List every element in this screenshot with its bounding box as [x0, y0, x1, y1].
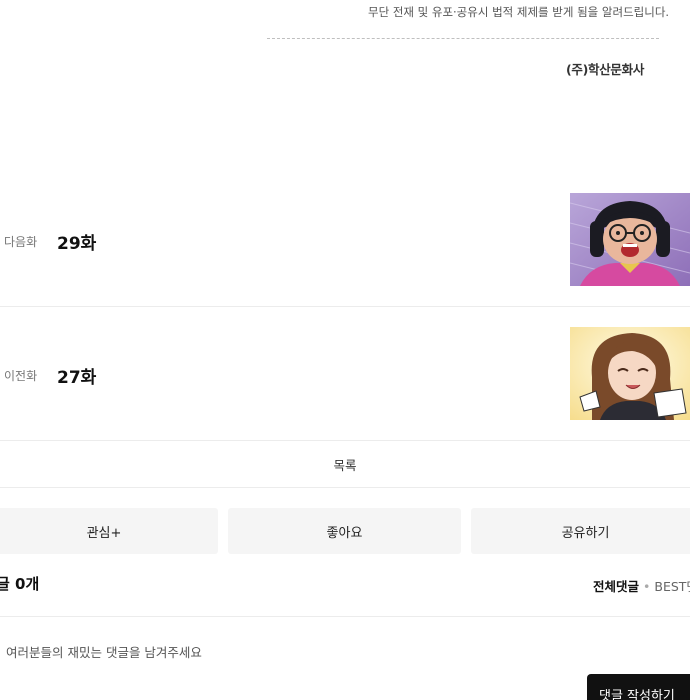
prev-episode-label: 이전화: [4, 369, 38, 383]
next-episode-title: 29화: [57, 234, 97, 254]
copyright-notice: 무단 전재 및 유포·공유시 법적 제제를 받게 됨을 알려드립니다.: [368, 5, 670, 19]
prev-episode-title: 27화: [57, 368, 97, 388]
comments-divider: [0, 616, 690, 617]
prev-episode-link[interactable]: 이전화 27화: [0, 307, 690, 441]
tab-best-comments[interactable]: BEST댓: [654, 579, 690, 594]
prev-episode-thumbnail[interactable]: [570, 327, 690, 420]
write-comment-button[interactable]: 댓글 작성하기: [587, 674, 690, 700]
next-episode-label: 다음화: [4, 235, 38, 249]
comment-count-title: 글 0개: [0, 575, 40, 593]
next-episode-thumbnail[interactable]: [570, 193, 690, 286]
episode-list-link[interactable]: 목록: [0, 441, 690, 487]
next-episode-link[interactable]: 다음화 29화: [0, 173, 690, 307]
tab-all-comments[interactable]: 전체댓글: [593, 579, 639, 594]
like-button[interactable]: 좋아요: [228, 508, 461, 554]
comment-tabs: 전체댓글 •BEST댓: [593, 576, 690, 595]
share-button[interactable]: 공유하기: [471, 508, 690, 554]
publisher-logo: (주)학산문화사: [566, 62, 645, 77]
list-divider: [0, 487, 690, 488]
tab-separator: •: [643, 579, 651, 594]
dotted-divider: [267, 38, 659, 39]
favorite-button[interactable]: 관심+: [0, 508, 218, 554]
comment-input[interactable]: 여러분들의 재밌는 댓글을 남겨주세요: [6, 642, 202, 661]
